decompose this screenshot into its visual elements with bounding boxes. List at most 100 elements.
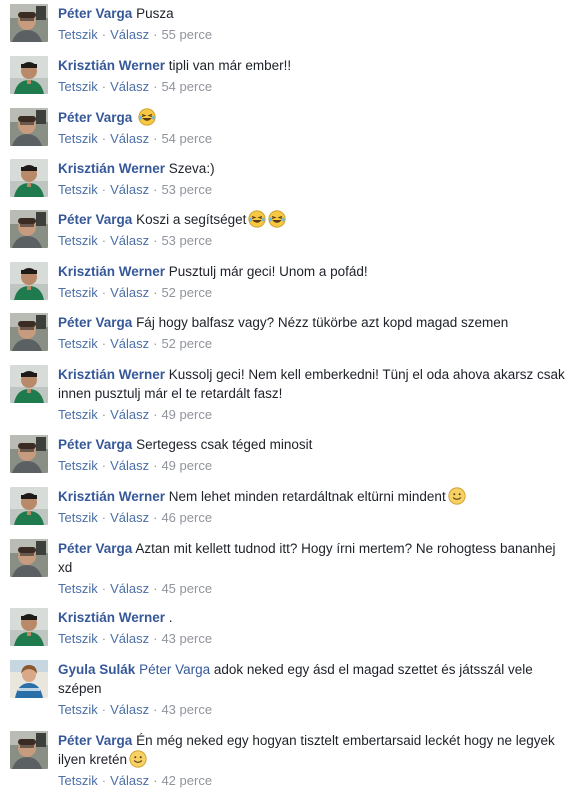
comment-author-link[interactable]: Péter Varga	[58, 315, 132, 330]
comment-timestamp[interactable]: 43 perce	[161, 631, 212, 646]
slight-smile-emoji	[129, 750, 147, 768]
comment-actions: Tetszik · Válasz · 53 perce	[58, 232, 573, 250]
like-link[interactable]: Tetszik	[58, 79, 98, 94]
separator-dot: ·	[153, 458, 158, 473]
peter-avatar[interactable]	[10, 313, 48, 351]
comment-author-link[interactable]: Gyula Sulák	[58, 662, 135, 677]
peter-avatar[interactable]	[10, 210, 48, 248]
separator-dot: ·	[101, 233, 107, 248]
reply-link[interactable]: Válasz	[110, 458, 149, 473]
peter-avatar[interactable]	[10, 108, 48, 146]
laughing-tears-emoji	[248, 210, 266, 228]
separator-dot: ·	[153, 631, 158, 646]
comment-text: Aztan mit kellett tudnod itt? Hogy írni …	[58, 541, 556, 575]
separator-dot: ·	[153, 702, 158, 717]
comment-author-link[interactable]: Péter Varga	[58, 212, 132, 227]
comment-author-link[interactable]: Péter Varga	[58, 541, 132, 556]
comment-author-link[interactable]: Péter Varga	[58, 6, 132, 21]
reply-link[interactable]: Válasz	[110, 79, 149, 94]
reply-link[interactable]: Válasz	[110, 773, 149, 788]
reply-link[interactable]: Válasz	[110, 182, 149, 197]
like-link[interactable]: Tetszik	[58, 27, 98, 42]
comment-author-link[interactable]: Péter Varga	[58, 437, 132, 452]
reply-link[interactable]: Válasz	[110, 702, 149, 717]
comment-timestamp[interactable]: 49 perce	[161, 458, 212, 473]
comment-timestamp[interactable]: 46 perce	[161, 510, 212, 525]
gyula-avatar[interactable]	[10, 660, 48, 698]
reply-link[interactable]: Válasz	[110, 27, 149, 42]
like-link[interactable]: Tetszik	[58, 407, 98, 422]
peter-avatar[interactable]	[10, 435, 48, 473]
like-link[interactable]: Tetszik	[58, 458, 98, 473]
comment-author-link[interactable]: Krisztián Werner	[58, 367, 165, 382]
reply-link[interactable]: Válasz	[110, 131, 149, 146]
krisztian-avatar[interactable]	[10, 487, 48, 525]
separator-dot: ·	[101, 27, 107, 42]
reply-link[interactable]: Válasz	[110, 510, 149, 525]
comment-timestamp[interactable]: 42 perce	[161, 773, 212, 788]
comment-author-link[interactable]: Péter Varga	[58, 733, 132, 748]
krisztian-avatar[interactable]	[10, 262, 48, 300]
separator-dot: ·	[101, 773, 107, 788]
reply-link[interactable]: Válasz	[110, 631, 149, 646]
peter-avatar[interactable]	[10, 4, 48, 42]
comment-timestamp[interactable]: 52 perce	[161, 336, 212, 351]
comment-author-link[interactable]: Krisztián Werner	[58, 58, 165, 73]
comment-author-link[interactable]: Krisztián Werner	[58, 264, 165, 279]
like-link[interactable]: Tetszik	[58, 233, 98, 248]
separator-dot: ·	[101, 581, 107, 596]
comment-actions: Tetszik · Válasz · 49 perce	[58, 406, 573, 424]
comment-actions: Tetszik · Válasz · 54 perce	[58, 130, 573, 148]
reply-link[interactable]: Válasz	[110, 336, 149, 351]
mention-link[interactable]: Péter Varga	[139, 662, 210, 677]
like-link[interactable]: Tetszik	[58, 631, 98, 646]
krisztian-avatar[interactable]	[10, 608, 48, 646]
comment-timestamp[interactable]: 53 perce	[161, 233, 212, 248]
comment-text: Szeva:)	[168, 161, 215, 176]
separator-dot: ·	[153, 510, 158, 525]
separator-dot: ·	[101, 407, 107, 422]
like-link[interactable]: Tetszik	[58, 285, 98, 300]
comment-timestamp[interactable]: 52 perce	[161, 285, 212, 300]
comment-timestamp[interactable]: 45 perce	[161, 581, 212, 596]
like-link[interactable]: Tetszik	[58, 336, 98, 351]
comment-timestamp[interactable]: 54 perce	[161, 131, 212, 146]
comment-actions: Tetszik · Válasz · 53 perce	[58, 181, 573, 199]
separator-dot: ·	[153, 285, 158, 300]
comment-actions: Tetszik · Válasz · 52 perce	[58, 284, 573, 302]
comment-timestamp[interactable]: 54 perce	[161, 79, 212, 94]
like-link[interactable]: Tetszik	[58, 510, 98, 525]
slight-smile-emoji	[448, 487, 466, 505]
reply-link[interactable]: Válasz	[110, 581, 149, 596]
comment-author-link[interactable]: Krisztián Werner	[58, 161, 165, 176]
krisztian-avatar[interactable]	[10, 365, 48, 403]
like-link[interactable]: Tetszik	[58, 131, 98, 146]
like-link[interactable]: Tetszik	[58, 702, 98, 717]
like-link[interactable]: Tetszik	[58, 581, 98, 596]
comment-timestamp[interactable]: 55 perce	[161, 27, 212, 42]
laughing-tears-emoji	[268, 210, 286, 228]
reply-link[interactable]: Válasz	[110, 233, 149, 248]
separator-dot: ·	[101, 631, 107, 646]
comment-timestamp[interactable]: 49 perce	[161, 407, 212, 422]
comment-timestamp[interactable]: 53 perce	[161, 182, 212, 197]
separator-dot: ·	[101, 79, 107, 94]
krisztian-avatar[interactable]	[10, 159, 48, 197]
reply-link[interactable]: Válasz	[110, 407, 149, 422]
comment-actions: Tetszik · Válasz · 49 perce	[58, 457, 573, 475]
krisztian-avatar[interactable]	[10, 56, 48, 94]
comment-timestamp[interactable]: 43 perce	[161, 702, 212, 717]
like-link[interactable]: Tetszik	[58, 773, 98, 788]
reply-link[interactable]: Válasz	[110, 285, 149, 300]
separator-dot: ·	[101, 182, 107, 197]
separator-dot: ·	[101, 510, 107, 525]
comment-text: .	[168, 610, 173, 625]
peter-avatar[interactable]	[10, 731, 48, 769]
like-link[interactable]: Tetszik	[58, 182, 98, 197]
comment-author-link[interactable]: Krisztián Werner	[58, 489, 165, 504]
comment-author-link[interactable]: Krisztián Werner	[58, 610, 165, 625]
peter-avatar[interactable]	[10, 539, 48, 577]
comment-author-link[interactable]: Péter Varga	[58, 110, 132, 125]
comment-actions: Tetszik · Válasz · 55 perce	[58, 26, 573, 44]
separator-dot: ·	[153, 773, 158, 788]
